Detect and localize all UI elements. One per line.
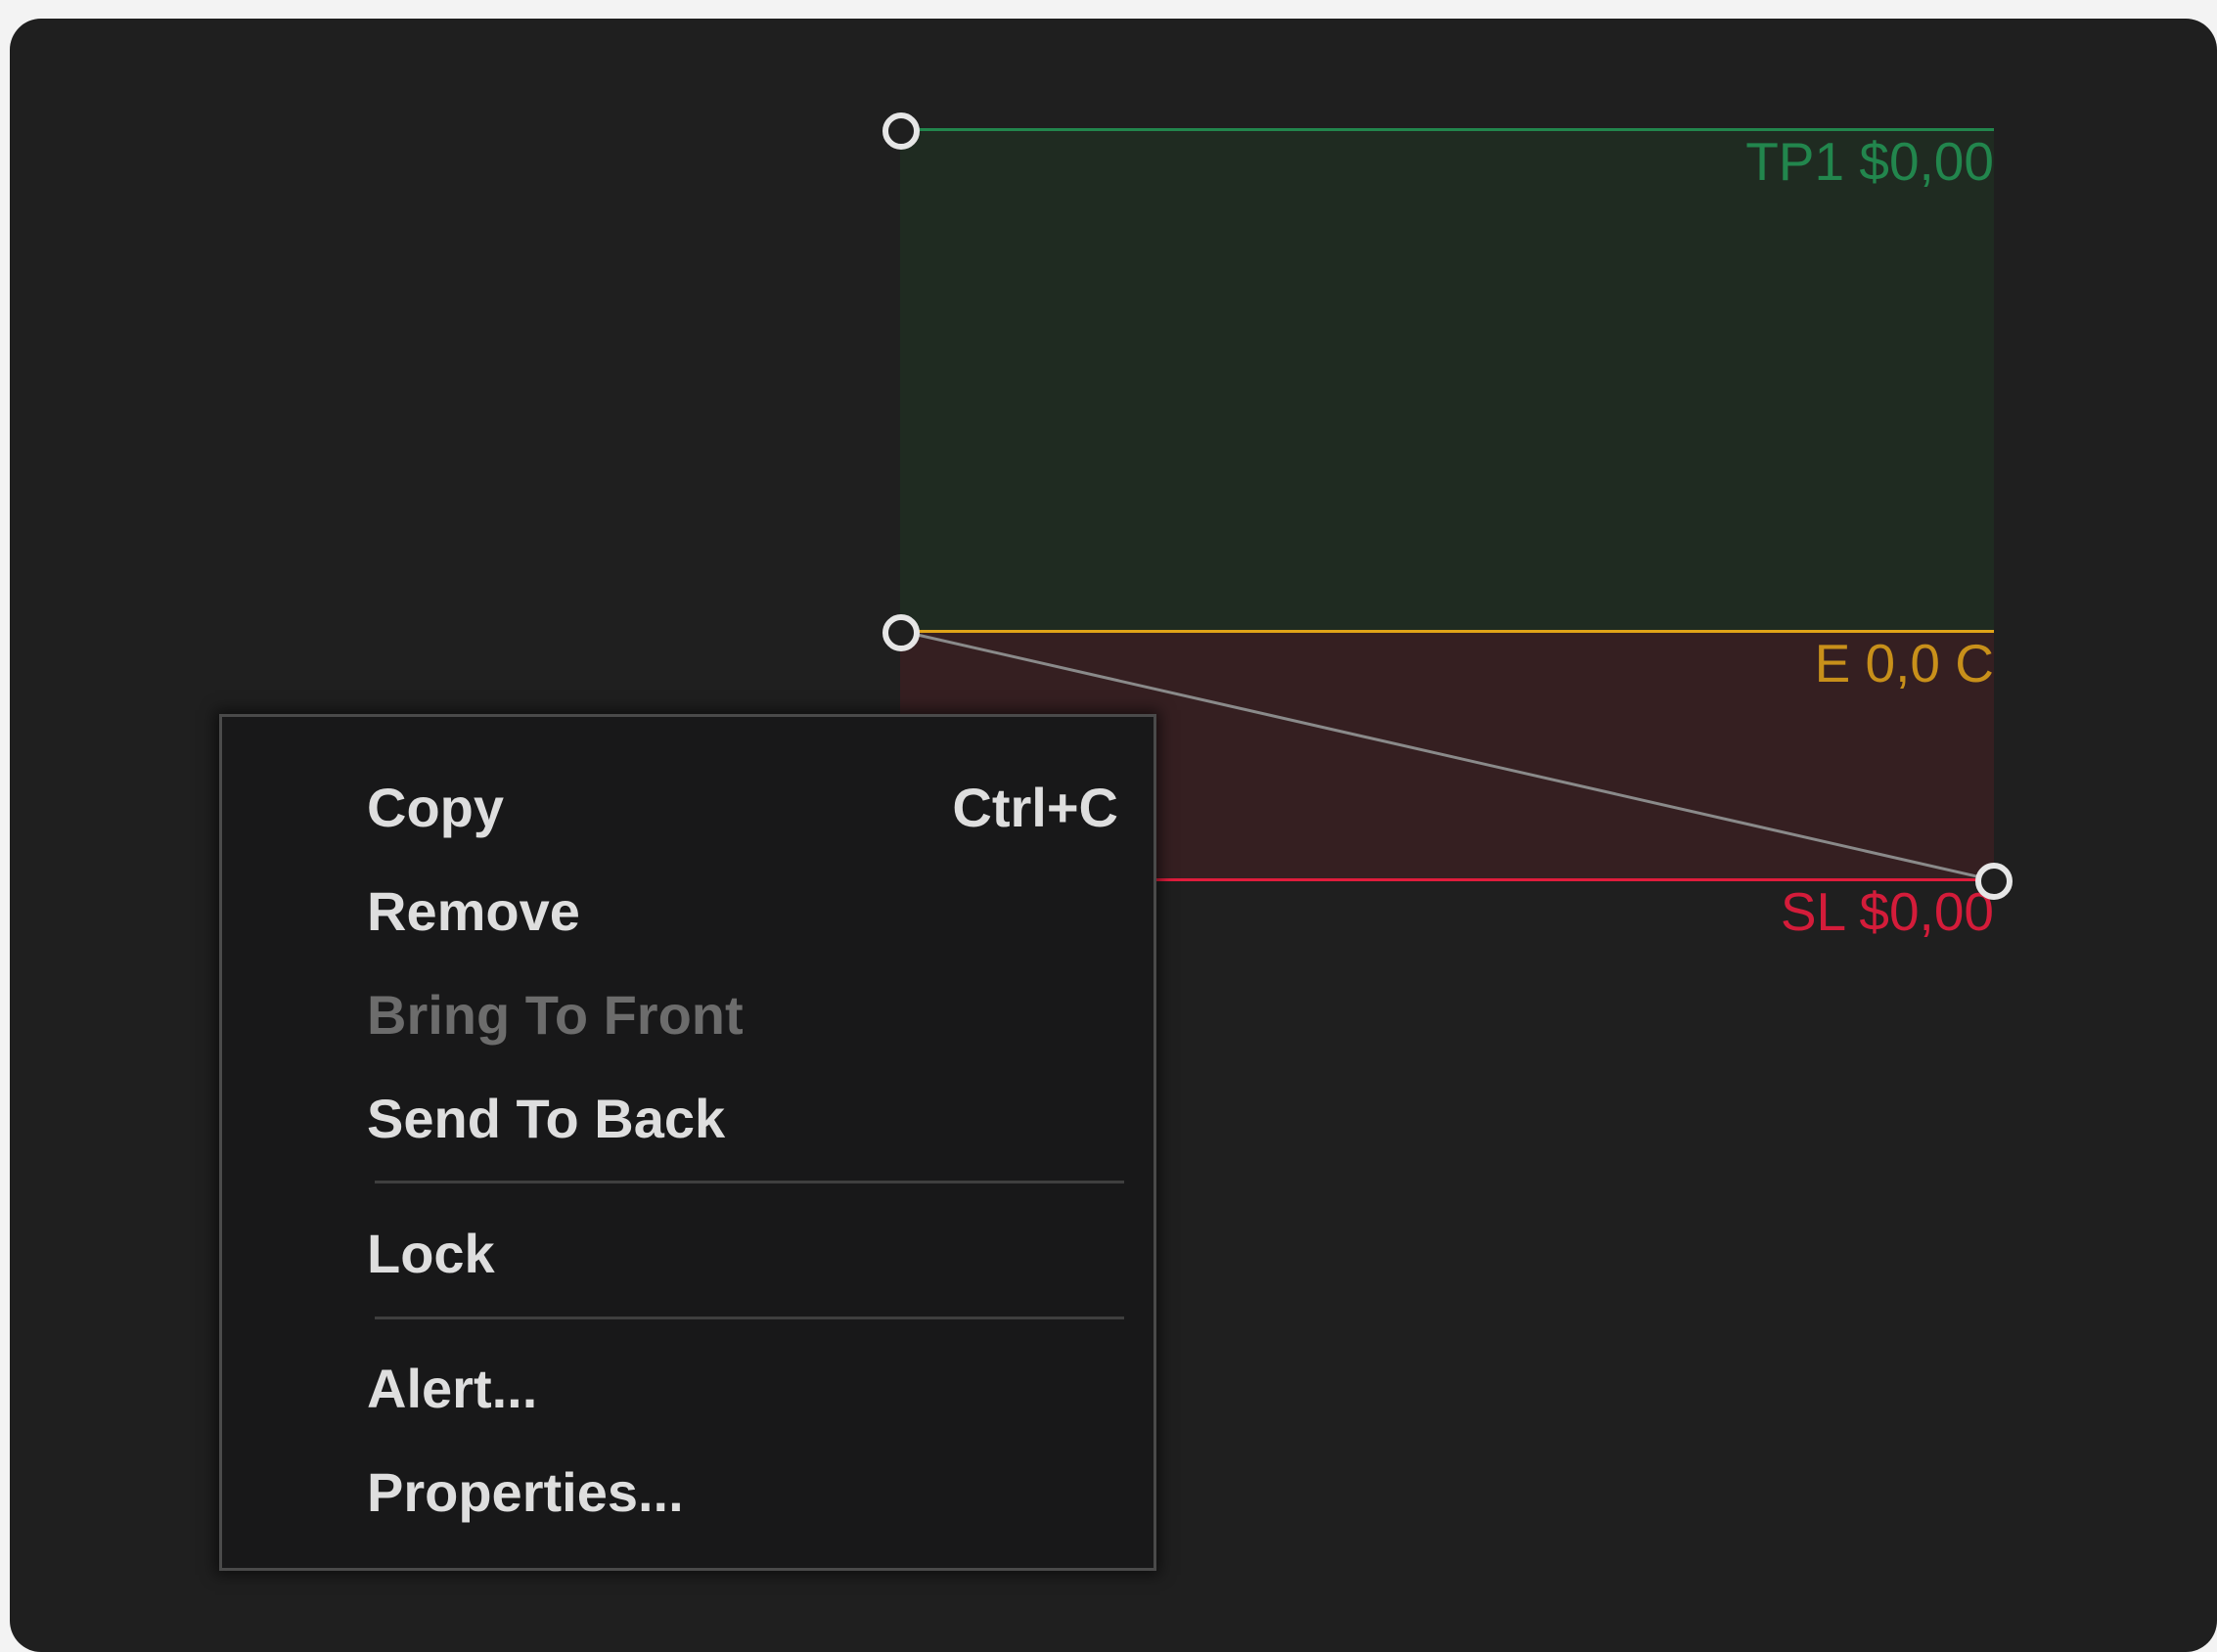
menu-item-remove[interactable]: Remove bbox=[222, 864, 1154, 950]
menu-item-label: Alert... bbox=[367, 1358, 538, 1419]
menu-item-shortcut: Ctrl+C bbox=[952, 777, 1118, 838]
menu-item-copy[interactable]: Copy Ctrl+C bbox=[222, 760, 1154, 846]
take-profit-handle[interactable] bbox=[882, 112, 920, 150]
context-menu: Copy Ctrl+C Remove Bring To Front Send T… bbox=[219, 714, 1156, 1571]
menu-item-send-to-back[interactable]: Send To Back bbox=[222, 1071, 1154, 1157]
stop-loss-handle[interactable] bbox=[1975, 863, 2013, 900]
menu-item-bring-to-front: Bring To Front bbox=[222, 967, 1154, 1053]
take-profit-label: TP1 $0,00 bbox=[1745, 131, 1994, 192]
menu-separator bbox=[375, 1181, 1124, 1183]
menu-item-label: Properties... bbox=[367, 1461, 684, 1523]
menu-separator bbox=[375, 1317, 1124, 1319]
stop-loss-label: SL $0,00 bbox=[1780, 881, 1994, 942]
entry-label: E 0,0 C bbox=[1814, 633, 1994, 693]
menu-item-properties[interactable]: Properties... bbox=[222, 1445, 1154, 1531]
menu-item-lock[interactable]: Lock bbox=[222, 1206, 1154, 1292]
menu-item-label: Bring To Front bbox=[367, 984, 744, 1046]
profit-zone bbox=[900, 130, 1994, 631]
menu-item-alert[interactable]: Alert... bbox=[222, 1341, 1154, 1427]
menu-item-label: Copy bbox=[367, 777, 504, 838]
menu-item-label: Lock bbox=[367, 1223, 495, 1284]
entry-handle[interactable] bbox=[882, 614, 920, 651]
menu-item-label: Remove bbox=[367, 880, 580, 942]
menu-item-label: Send To Back bbox=[367, 1088, 726, 1149]
